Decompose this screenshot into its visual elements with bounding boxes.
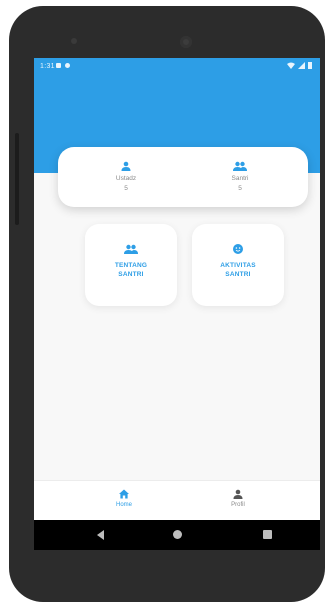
tile-label: TENTANG SANTRI [114,262,148,278]
nav-profile[interactable]: Profil [208,489,268,508]
nav-label: Profil [231,502,245,508]
stat-value: 5 [124,185,128,192]
notification-icon [56,63,61,68]
back-icon[interactable] [97,530,104,540]
people-icon [124,244,138,254]
nav-label: Home [115,502,132,508]
home-circle-icon[interactable] [173,530,182,539]
status-time: 1:31 [40,63,55,70]
phone-frame: 1:31 Ustadz 5 Santri 5 TENTANG SANTRI AK… [9,6,325,602]
signal-icon [298,62,305,69]
stat-value: 5 [238,185,242,192]
person-icon [121,161,131,171]
stats-card: Ustadz 5 Santri 5 [58,147,308,207]
battery-icon [308,62,312,69]
app-screen: 1:31 Ustadz 5 Santri 5 TENTANG SANTRI AK… [34,58,320,550]
people-icon [233,161,247,171]
face-icon [233,244,243,254]
stat-santri: Santri 5 [205,161,275,192]
nav-home[interactable]: Home [94,489,154,508]
speaker [71,38,77,44]
stat-label: Ustadz [115,175,137,182]
wifi-icon [287,62,295,69]
side-button [15,133,19,225]
stat-ustadz: Ustadz 5 [91,161,161,192]
home-icon [119,489,129,499]
recent-apps-icon[interactable] [263,530,272,539]
status-bar: 1:31 [34,58,320,76]
bottom-navigation: Home Profil [34,480,320,521]
front-camera [180,36,192,48]
notification-icon [65,63,70,68]
aktivitas-santri-button[interactable]: AKTIVITAS SANTRI [192,224,284,306]
tile-label: AKTIVITAS SANTRI [220,262,256,278]
tentang-santri-button[interactable]: TENTANG SANTRI [85,224,177,306]
person-icon [233,489,243,499]
system-navigation-bar [34,520,320,550]
stat-label: Santri [231,175,249,182]
